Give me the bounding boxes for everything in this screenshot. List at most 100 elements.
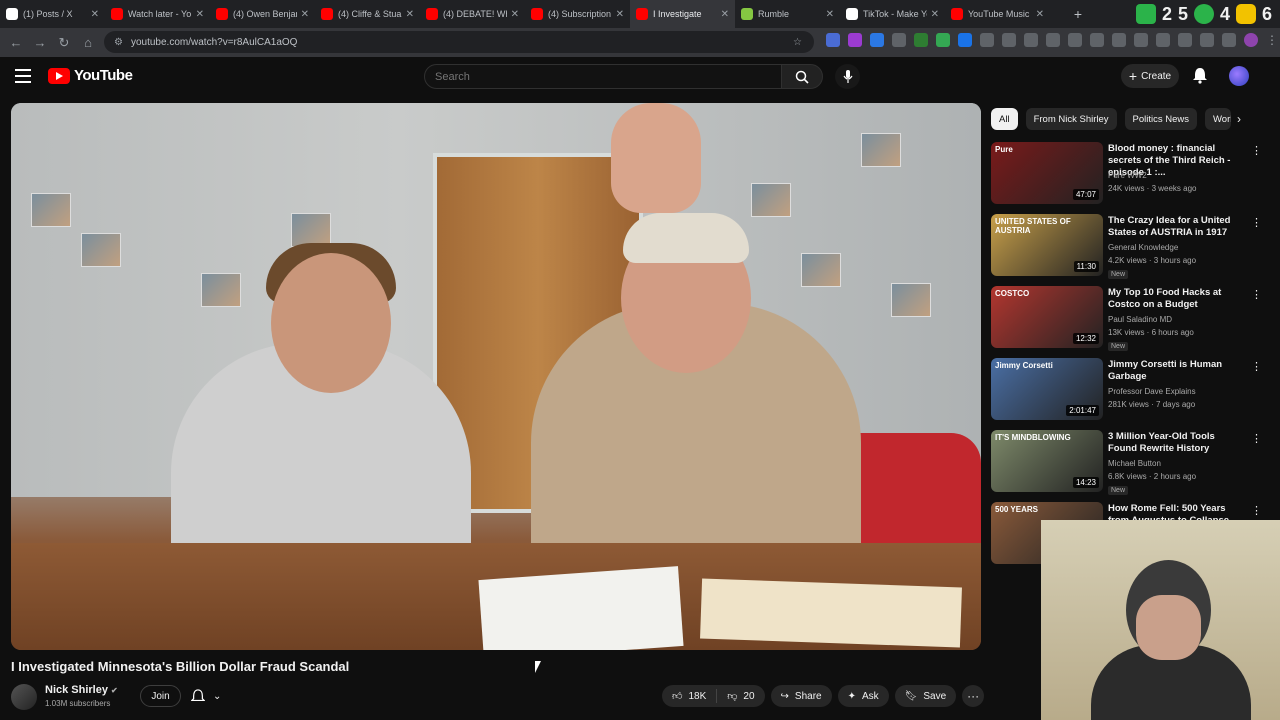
browser-tab[interactable]: (4) Cliffe & Stua ✕ — [315, 0, 420, 28]
hamburger-menu-icon[interactable] — [15, 69, 31, 83]
youtube-logo[interactable]: YouTube — [48, 67, 133, 84]
browser-menu-icon[interactable]: ⋮ — [1266, 33, 1278, 47]
recommendation-title[interactable]: My Top 10 Food Hacks at Costco on a Budg… — [1108, 287, 1243, 311]
recommendation-channel[interactable]: Pure WW2 — [1108, 171, 1147, 180]
home-icon[interactable]: ⌂ — [76, 35, 100, 50]
share-button[interactable]: ↪ Share — [770, 685, 832, 707]
extension-icon[interactable] — [936, 33, 950, 47]
chip-from-channel[interactable]: From Nick Shirley — [1025, 108, 1117, 130]
browser-tab[interactable]: Rumble ✕ — [735, 0, 840, 28]
extension-icon[interactable] — [1068, 33, 1082, 47]
extension-icon[interactable] — [958, 33, 972, 47]
save-button[interactable]: 🔖︎ Save — [894, 685, 957, 707]
extension-icon[interactable] — [1002, 33, 1016, 47]
like-button[interactable]: 👍︎ 18K — [662, 685, 716, 707]
more-options-icon[interactable]: ⋮ — [1251, 432, 1262, 445]
extension-icon[interactable] — [892, 33, 906, 47]
recommendation-channel[interactable]: Paul Saladino MD — [1108, 315, 1172, 324]
channel-avatar[interactable] — [11, 684, 37, 710]
extension-icon[interactable] — [1200, 33, 1214, 47]
more-options-icon[interactable]: ⋮ — [1251, 504, 1262, 517]
address-bar[interactable]: ⚙ youtube.com/watch?v=r8AulCA1aOQ ☆ — [104, 31, 814, 53]
browser-tab[interactable]: TikTok - Make Yo ✕ — [840, 0, 945, 28]
recommendation-title[interactable]: The Crazy Idea for a United States of AU… — [1108, 215, 1243, 239]
extension-icon[interactable] — [1156, 33, 1170, 47]
back-arrow-icon[interactable]: ← — [4, 35, 28, 50]
extension-icon[interactable] — [980, 33, 994, 47]
browser-tab[interactable]: (4) Subscription ✕ — [525, 0, 630, 28]
recommendation-title[interactable]: 3 Million Year-Old Tools Found Rewrite H… — [1108, 431, 1243, 455]
recommendation-item[interactable]: IT'S MINDBLOWING 14:23 3 Million Year-Old … — [991, 430, 1271, 498]
close-tab-icon[interactable]: ✕ — [91, 9, 99, 20]
more-options-icon[interactable]: ⋮ — [1251, 216, 1262, 229]
browser-tab[interactable]: Watch later - Yo ✕ — [105, 0, 210, 28]
extension-icon[interactable] — [848, 33, 862, 47]
close-tab-icon[interactable]: ✕ — [616, 9, 624, 20]
chip-all[interactable]: All — [991, 108, 1018, 130]
video-player[interactable] — [11, 103, 981, 650]
ask-button[interactable]: ✦ Ask — [837, 685, 889, 707]
browser-tab[interactable]: (4) DEBATE! Wh ✕ — [420, 0, 525, 28]
extension-icon[interactable] — [1090, 33, 1104, 47]
new-tab-button[interactable]: + — [1066, 6, 1090, 22]
subscribed-notifications-button[interactable]: ⌄ — [191, 686, 239, 706]
recommendation-item[interactable]: UNITED STATES OF AUSTRIA 11:30 The Crazy I… — [991, 214, 1271, 282]
extension-icon[interactable] — [1134, 33, 1148, 47]
close-tab-icon[interactable]: ✕ — [511, 9, 519, 20]
site-info-icon[interactable]: ⚙ — [114, 37, 123, 48]
browser-tab[interactable]: (4) Owen Benjan ✕ — [210, 0, 315, 28]
recommendation-item[interactable]: Pure 47:07 Blood money : financial secrets… — [991, 142, 1271, 210]
channel-name[interactable]: Nick Shirley ✔ — [45, 684, 118, 696]
dislike-button[interactable]: 👎︎ 20 — [717, 685, 764, 707]
close-tab-icon[interactable]: ✕ — [1036, 9, 1044, 20]
search-input[interactable] — [424, 64, 782, 89]
reload-icon[interactable]: ↻ — [52, 35, 76, 51]
recommendation-item[interactable]: Jimmy Corsetti 2:01:47 Jimmy Corsetti is H… — [991, 358, 1271, 426]
forward-arrow-icon[interactable]: → — [28, 35, 52, 50]
join-button[interactable]: Join — [140, 685, 181, 707]
chevron-right-icon[interactable]: › — [1237, 112, 1241, 126]
wall-photo — [801, 253, 841, 287]
more-options-icon[interactable]: ⋮ — [1251, 360, 1262, 373]
extension-icon[interactable] — [826, 33, 840, 47]
more-options-icon[interactable]: ⋮ — [1251, 288, 1262, 301]
close-tab-icon[interactable]: ✕ — [196, 9, 204, 20]
search-button[interactable] — [781, 64, 823, 89]
video-thumbnail[interactable]: COSTCO 12:32 — [991, 286, 1103, 348]
extension-icon[interactable] — [914, 33, 928, 47]
notifications-bell-icon[interactable] — [1192, 67, 1208, 89]
close-tab-icon[interactable]: ✕ — [301, 9, 309, 20]
extension-icon[interactable] — [1112, 33, 1126, 47]
create-button[interactable]: + Create — [1121, 64, 1179, 88]
recommendation-title[interactable]: Jimmy Corsetti is Human Garbage — [1108, 359, 1243, 383]
close-tab-icon[interactable]: ✕ — [931, 9, 939, 20]
browser-tab[interactable]: YouTube Music ✕ — [945, 0, 1050, 28]
extension-icon[interactable] — [870, 33, 884, 47]
more-options-icon[interactable]: ⋮ — [1251, 144, 1262, 157]
close-tab-icon[interactable]: ✕ — [721, 9, 729, 20]
chip-world[interactable]: Worl — [1205, 108, 1232, 130]
extension-icon[interactable] — [1046, 33, 1060, 47]
extension-icon[interactable] — [1178, 33, 1192, 47]
more-actions-icon[interactable]: ··· — [962, 685, 985, 707]
browser-tab[interactable]: (1) Posts / X ✕ — [0, 0, 105, 28]
extension-icon[interactable] — [1024, 33, 1038, 47]
close-tab-icon[interactable]: ✕ — [826, 9, 834, 20]
video-thumbnail[interactable]: UNITED STATES OF AUSTRIA 11:30 — [991, 214, 1103, 276]
recommendation-channel[interactable]: Michael Button — [1108, 459, 1161, 468]
voice-search-button[interactable] — [835, 64, 860, 89]
close-tab-icon[interactable]: ✕ — [406, 9, 414, 20]
new-badge: New — [1108, 342, 1129, 351]
extension-icon[interactable] — [1222, 33, 1236, 47]
video-thumbnail[interactable]: Jimmy Corsetti 2:01:47 — [991, 358, 1103, 420]
recommendation-channel[interactable]: General Knowledge — [1108, 243, 1178, 252]
account-avatar[interactable] — [1229, 66, 1249, 86]
browser-tab[interactable]: I Investigate ✕ — [630, 0, 735, 28]
chip-politics-news[interactable]: Politics News — [1124, 108, 1198, 130]
bookmark-star-icon[interactable]: ☆ — [793, 37, 802, 48]
video-thumbnail[interactable]: IT'S MINDBLOWING 14:23 — [991, 430, 1103, 492]
recommendation-channel[interactable]: Professor Dave Explains — [1108, 387, 1196, 396]
recommendation-item[interactable]: COSTCO 12:32 My Top 10 Food Hacks at Costc… — [991, 286, 1271, 354]
profile-icon[interactable] — [1244, 33, 1258, 47]
video-thumbnail[interactable]: Pure 47:07 — [991, 142, 1103, 204]
